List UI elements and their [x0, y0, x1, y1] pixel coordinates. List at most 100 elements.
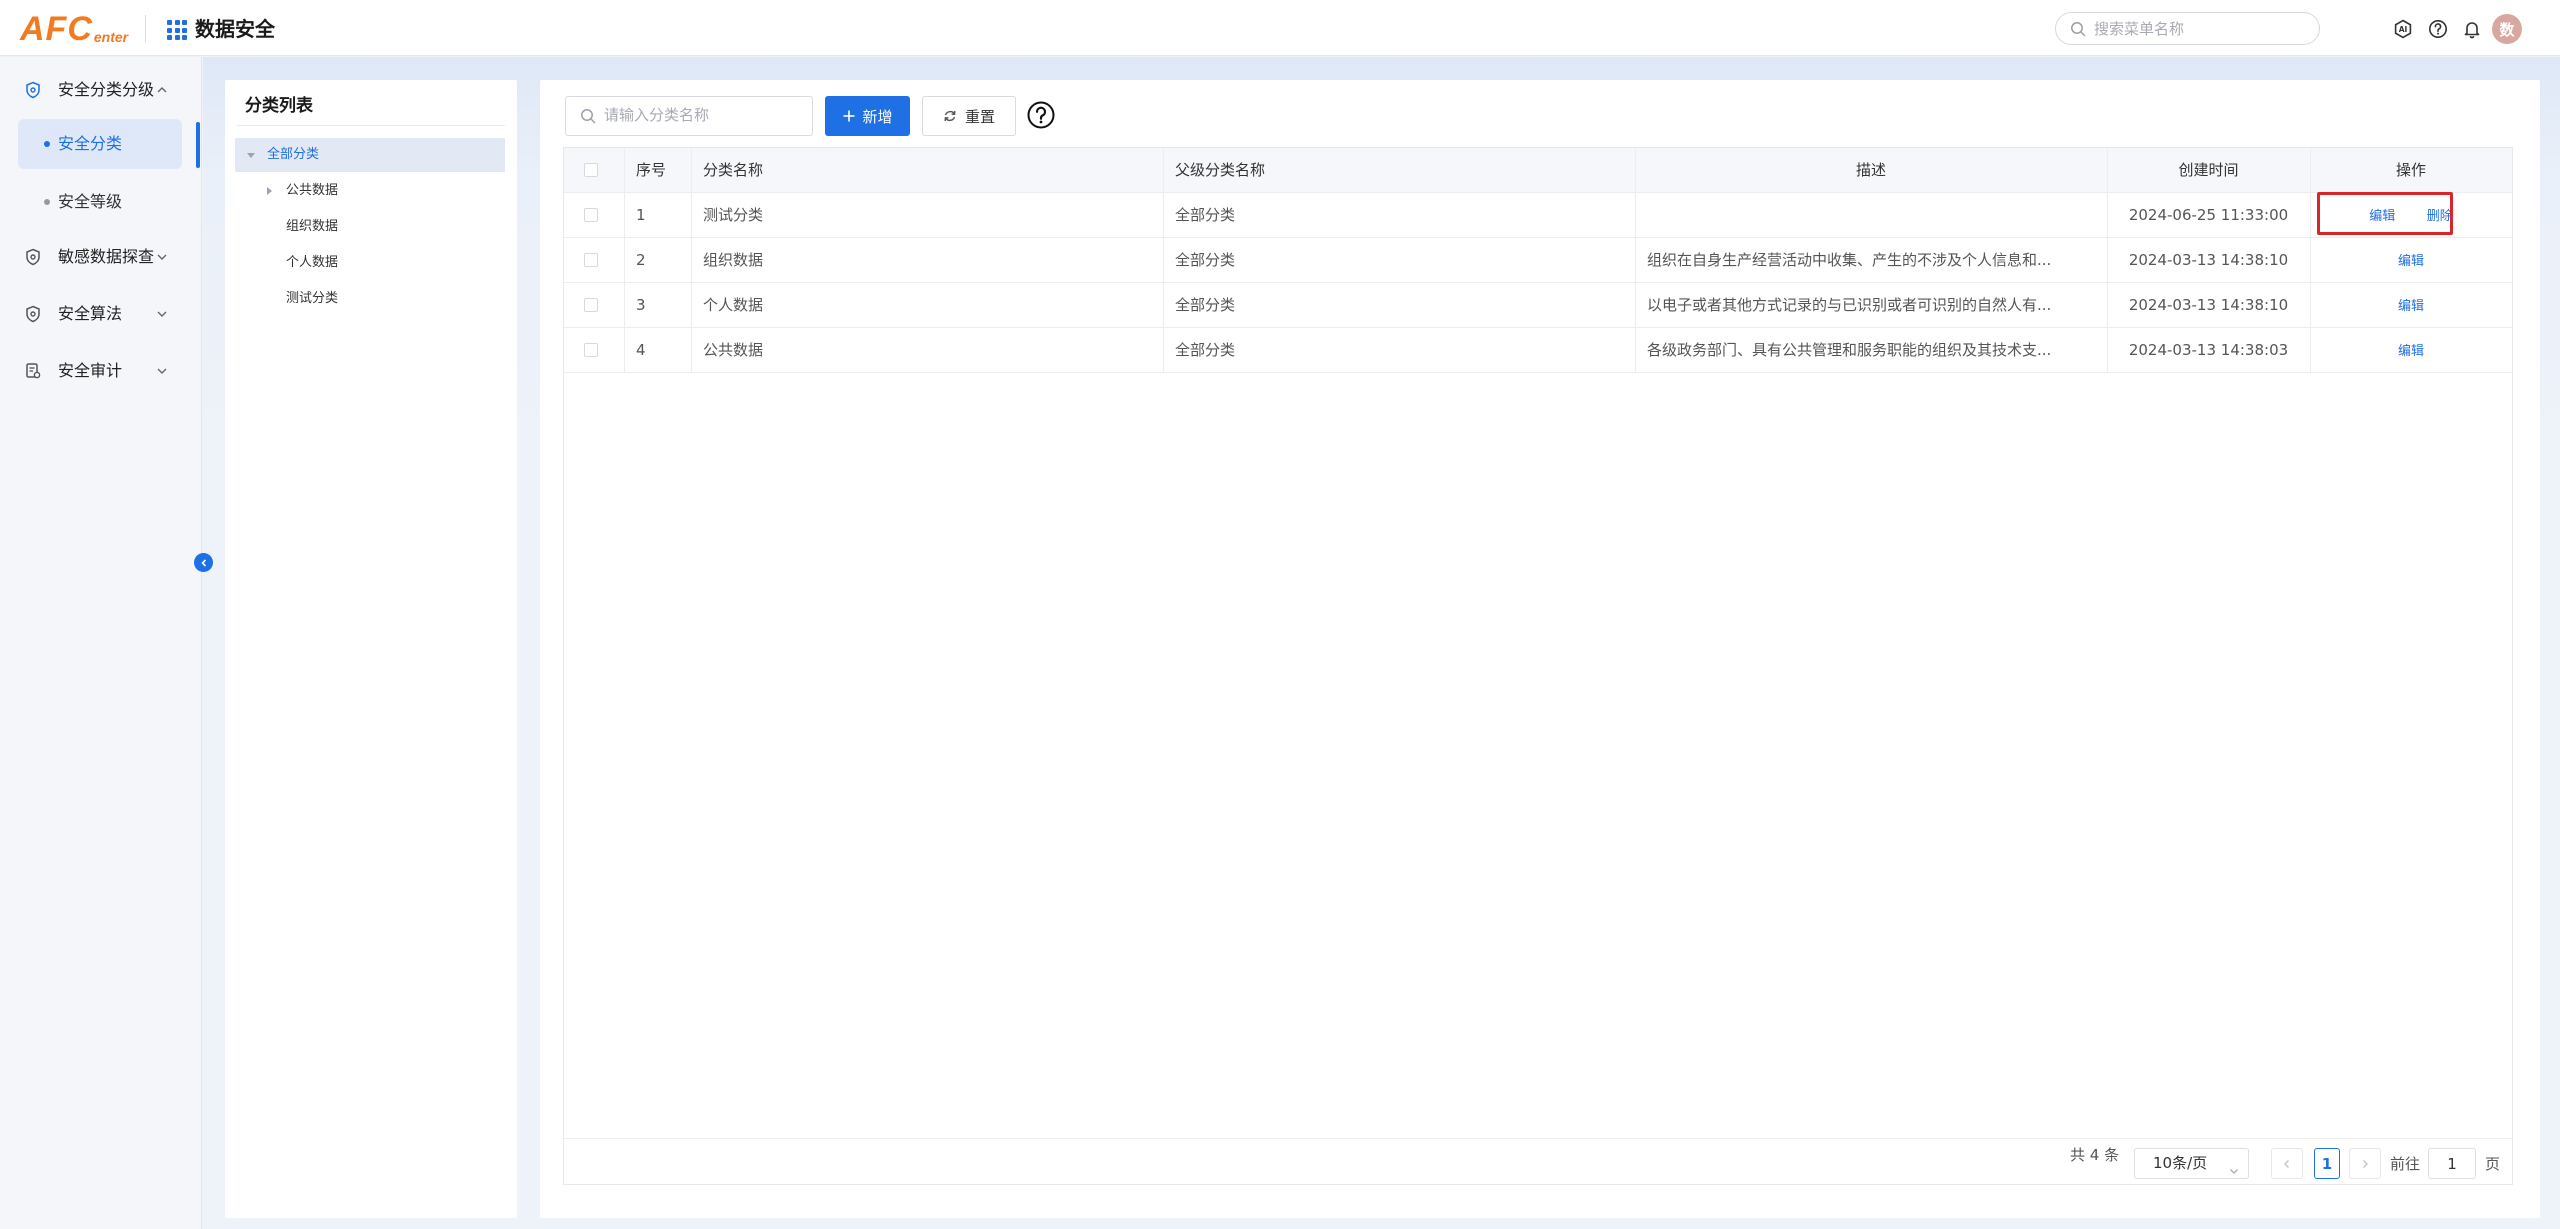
sidebar-group-label: 敏感数据探查 — [58, 247, 155, 266]
sidebar-item-security-level[interactable]: 安全等级 — [18, 177, 182, 227]
cell-created: 2024-06-25 11:33:00 — [2128, 206, 2289, 224]
reset-button[interactable]: 重置 — [922, 96, 1016, 136]
chevron-down-icon — [155, 249, 169, 263]
select-all-checkbox[interactable] — [584, 163, 598, 177]
audit-icon — [24, 362, 42, 380]
tree-node-test-category[interactable]: 测试分类 — [235, 282, 505, 316]
cell-actions: 编辑 — [2310, 283, 2512, 327]
tree-node-label: 公共数据 — [286, 183, 339, 198]
table-header-row: 序号 分类名称 父级分类名称 描述 创建时间 操作 — [564, 148, 2512, 193]
sidebar-group-security-audit[interactable]: 安全审计 — [0, 351, 200, 391]
category-table: 序号 分类名称 父级分类名称 描述 创建时间 操作 1 测试分类 全部分类 20… — [563, 147, 2513, 1185]
cell-parent: 全部分类 — [1175, 341, 1236, 359]
pagination-total: 共 4 条 — [2070, 1146, 2120, 1164]
column-header-index: 序号 — [636, 161, 667, 179]
category-search-box[interactable] — [565, 96, 813, 136]
goto-page-input[interactable] — [2428, 1148, 2476, 1179]
shield-icon — [24, 248, 42, 266]
menu-search-input[interactable] — [2094, 19, 2304, 38]
active-indicator-bar — [196, 122, 200, 168]
cell-created: 2024-03-13 14:38:03 — [2128, 341, 2289, 359]
apps-grid-icon[interactable] — [167, 20, 187, 40]
tree-panel-title: 分类列表 — [245, 96, 313, 116]
chevron-left-icon — [200, 558, 206, 567]
help-icon[interactable] — [2428, 19, 2448, 39]
logo-sub: enter — [93, 29, 129, 45]
afc-logo[interactable]: AFC enter — [20, 8, 128, 48]
cell-index: 2 — [636, 251, 646, 269]
search-icon — [580, 108, 596, 128]
cell-parent: 全部分类 — [1175, 251, 1236, 269]
page-suffix-label: 页 — [2485, 1155, 2501, 1173]
cell-actions: 编辑 — [2310, 328, 2512, 372]
sidebar-group-classification[interactable]: 安全分类分级 — [0, 70, 200, 110]
tree-node-org-data[interactable]: 组织数据 — [235, 210, 505, 244]
page-size-value: 10条/页 — [2153, 1154, 2208, 1172]
table-footer-divider — [564, 1138, 2512, 1139]
category-search-input[interactable] — [604, 106, 804, 124]
table-row: 2 组织数据 全部分类 组织在自身生产经营活动中收集、产生的不涉及个人信息和..… — [564, 238, 2512, 283]
tree-node-label: 全部分类 — [267, 147, 320, 162]
chevron-down-icon — [155, 363, 169, 377]
prev-page-button[interactable] — [2271, 1148, 2303, 1179]
delete-link[interactable]: 删除 — [2427, 209, 2453, 224]
cell-actions: 编辑 — [2310, 238, 2512, 282]
plus-icon — [843, 110, 855, 122]
sidebar: 安全分类分级 安全分类 安全等级 敏感数据探查 安全算法 安全审计 — [0, 57, 202, 1229]
shield-icon — [24, 305, 42, 323]
edit-link[interactable]: 编辑 — [2398, 254, 2424, 269]
logo-main: AFC — [20, 10, 93, 48]
chevron-right-icon — [2363, 1159, 2368, 1168]
user-avatar[interactable]: 数 — [2492, 14, 2522, 44]
row-checkbox[interactable] — [584, 298, 598, 312]
cell-description — [1635, 193, 2107, 237]
column-header-description: 描述 — [1855, 161, 1886, 179]
svg-text:AI: AI — [2399, 25, 2408, 34]
sidebar-group-label: 安全算法 — [58, 304, 123, 323]
shield-icon — [24, 81, 42, 99]
add-button[interactable]: 新增 — [825, 96, 910, 136]
cell-description: 各级政务部门、具有公共管理和服务职能的组织及其技术支... — [1647, 341, 2052, 359]
table-row: 3 个人数据 全部分类 以电子或者其他方式记录的与已识别或者可识别的自然人有..… — [564, 283, 2512, 328]
cell-name: 个人数据 — [703, 296, 764, 314]
sidebar-collapse-button[interactable] — [194, 553, 213, 572]
sidebar-group-sensitive-discovery[interactable]: 敏感数据探查 — [0, 237, 200, 277]
tree-node-all[interactable]: 全部分类 — [235, 138, 505, 172]
sidebar-group-security-algorithm[interactable]: 安全算法 — [0, 294, 200, 334]
row-checkbox[interactable] — [584, 343, 598, 357]
row-checkbox[interactable] — [584, 253, 598, 267]
cell-parent: 全部分类 — [1175, 206, 1236, 224]
cell-created: 2024-03-13 14:38:10 — [2128, 251, 2289, 269]
top-header: AFC enter 数据安全 AI 数 — [0, 0, 2560, 56]
column-header-name: 分类名称 — [703, 161, 764, 179]
cell-index: 4 — [636, 341, 646, 359]
tree-node-label: 组织数据 — [286, 219, 339, 234]
caret-right-icon[interactable] — [267, 187, 272, 195]
cell-parent: 全部分类 — [1175, 296, 1236, 314]
next-page-button[interactable] — [2349, 1148, 2381, 1179]
divider — [237, 125, 505, 126]
sidebar-item-security-classification[interactable]: 安全分类 — [18, 119, 182, 169]
caret-down-icon[interactable] — [247, 153, 255, 158]
menu-search-box[interactable] — [2055, 12, 2320, 45]
edit-link[interactable]: 编辑 — [2398, 344, 2424, 359]
tree-node-personal-data[interactable]: 个人数据 — [235, 246, 505, 280]
refresh-icon — [944, 110, 956, 122]
content-panel: 新增 重置 序号 分类名称 父级分类名称 描述 创建时间 操作 1 — [540, 80, 2540, 1218]
row-checkbox[interactable] — [584, 208, 598, 222]
cell-description: 以电子或者其他方式记录的与已识别或者可识别的自然人有... — [1647, 296, 2052, 314]
bell-icon[interactable] — [2462, 19, 2482, 39]
help-circle-icon[interactable] — [1026, 100, 1056, 130]
column-header-actions: 操作 — [2395, 161, 2426, 179]
cell-name: 测试分类 — [703, 206, 764, 224]
chevron-down-icon — [2228, 1158, 2240, 1174]
chevron-down-icon — [155, 306, 169, 320]
cell-created: 2024-03-13 14:38:10 — [2128, 296, 2289, 314]
ai-assistant-icon[interactable]: AI — [2393, 19, 2413, 39]
edit-link[interactable]: 编辑 — [2398, 299, 2424, 314]
page-size-select[interactable]: 10条/页 — [2134, 1148, 2249, 1179]
edit-link[interactable]: 编辑 — [2369, 209, 2395, 224]
page-number-current[interactable]: 1 — [2314, 1148, 2340, 1179]
tree-node-public-data[interactable]: 公共数据 — [235, 174, 505, 208]
chevron-left-icon — [2284, 1159, 2289, 1168]
